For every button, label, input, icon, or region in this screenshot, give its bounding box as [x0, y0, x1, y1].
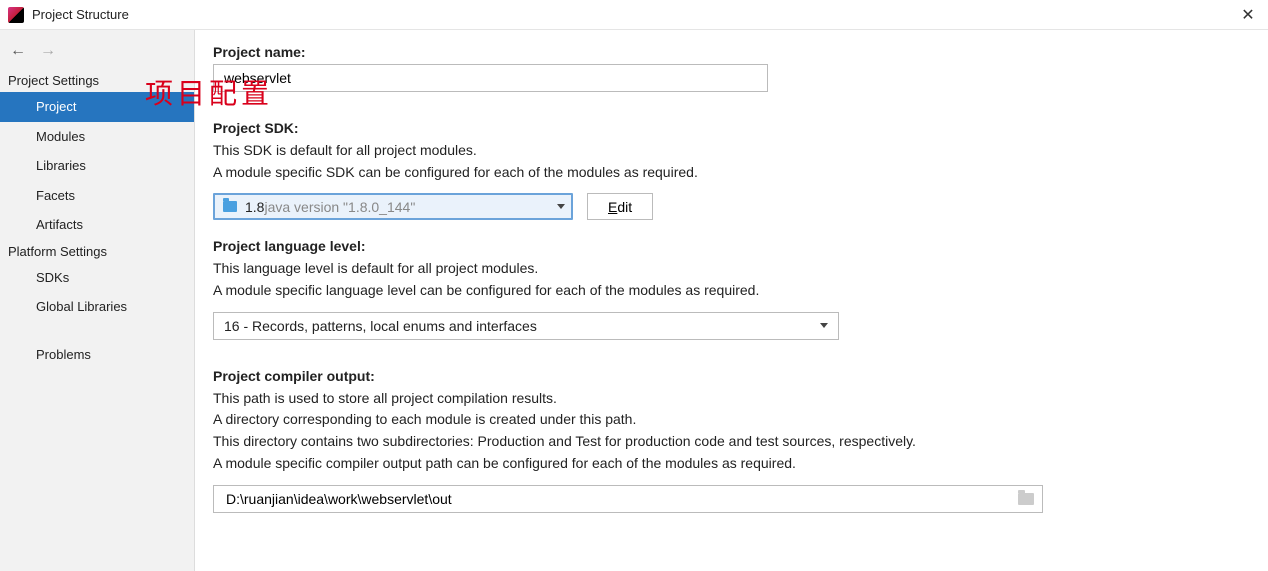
project-sdk-dropdown[interactable]: 1.8 java version "1.8.0_144" [213, 193, 573, 220]
compiler-output-label: Project compiler output: [213, 368, 1250, 384]
sidebar-item-global-libraries[interactable]: Global Libraries [0, 292, 194, 322]
sidebar-item-label: Artifacts [36, 217, 83, 232]
sidebar-item-label: Global Libraries [36, 299, 127, 314]
sdk-selected-version: java version "1.8.0_144" [264, 199, 415, 215]
sidebar-item-label: Facets [36, 188, 75, 203]
titlebar: Project Structure ✕ [0, 0, 1268, 30]
compiler-output-input[interactable] [226, 491, 1018, 507]
forward-arrow-icon[interactable]: → [40, 43, 56, 59]
sdk-desc-line: This SDK is default for all project modu… [213, 140, 1250, 162]
sidebar-item-label: Problems [36, 347, 91, 362]
language-level-label: Project language level: [213, 238, 1250, 254]
edit-sdk-button[interactable]: Edit [587, 193, 653, 220]
project-sdk-label: Project SDK: [213, 120, 1250, 136]
lang-desc-line: A module specific language level can be … [213, 280, 1250, 302]
language-level-dropdown[interactable]: 16 - Records, patterns, local enums and … [213, 312, 839, 340]
window-title: Project Structure [32, 7, 129, 22]
output-desc-line: This directory contains two subdirectori… [213, 431, 1250, 453]
platform-settings-header: Platform Settings [0, 240, 194, 263]
sidebar: ← → Project Settings Project Modules Lib… [0, 30, 195, 571]
sidebar-item-problems[interactable]: Problems [0, 340, 194, 370]
folder-icon [223, 201, 237, 212]
output-desc-line: A module specific compiler output path c… [213, 453, 1250, 475]
main-panel: Project name: Project SDK: This SDK is d… [195, 30, 1268, 571]
browse-folder-icon[interactable] [1018, 493, 1034, 505]
sidebar-item-sdks[interactable]: SDKs [0, 263, 194, 293]
chevron-down-icon [820, 323, 828, 328]
compiler-output-field [213, 485, 1043, 513]
project-name-input[interactable] [213, 64, 768, 92]
sidebar-item-facets[interactable]: Facets [0, 181, 194, 211]
output-desc-line: This path is used to store all project c… [213, 388, 1250, 410]
sidebar-item-label: Modules [36, 129, 85, 144]
chevron-down-icon [557, 204, 565, 209]
sdk-desc-line: A module specific SDK can be configured … [213, 162, 1250, 184]
sidebar-item-artifacts[interactable]: Artifacts [0, 210, 194, 240]
sidebar-item-label: SDKs [36, 270, 69, 285]
close-icon[interactable]: ✕ [1236, 3, 1260, 27]
app-icon [8, 7, 24, 23]
output-desc-line: A directory corresponding to each module… [213, 409, 1250, 431]
sidebar-item-label: Project [36, 99, 76, 114]
language-level-value: 16 - Records, patterns, local enums and … [224, 318, 537, 334]
back-arrow-icon[interactable]: ← [10, 43, 26, 59]
lang-desc-line: This language level is default for all p… [213, 258, 1250, 280]
sidebar-item-project[interactable]: Project [0, 92, 194, 122]
sidebar-item-modules[interactable]: Modules [0, 122, 194, 152]
project-name-label: Project name: [213, 44, 1250, 60]
sdk-selected-name: 1.8 [245, 199, 264, 215]
sidebar-item-label: Libraries [36, 158, 86, 173]
sidebar-item-libraries[interactable]: Libraries [0, 151, 194, 181]
project-settings-header: Project Settings [0, 69, 194, 92]
